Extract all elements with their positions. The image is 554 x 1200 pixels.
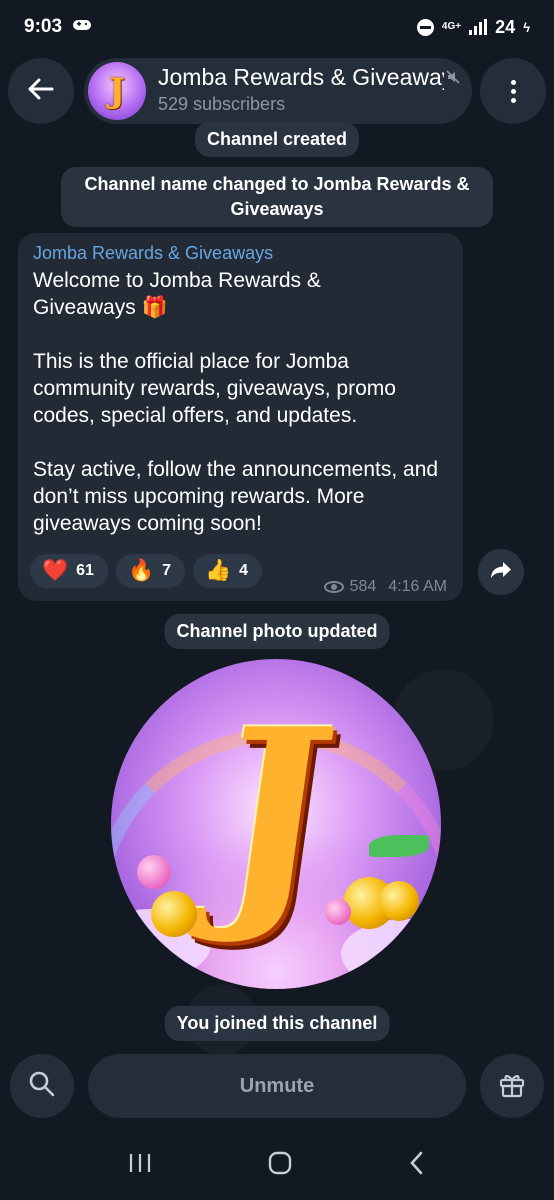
service-channel-created: Channel created [194,122,360,157]
service-joined: You joined this channel [164,1006,390,1041]
status-time: 9:03 [24,16,63,37]
reaction-heart[interactable]: ❤️ 61 [30,554,108,588]
channel-info-pill[interactable]: J Jomba Rewards & Giveaways 529 subscrib… [84,58,472,124]
signal-icon [469,19,488,35]
gamepad-icon [72,16,92,38]
channel-photo[interactable]: J [111,659,441,989]
search-button[interactable] [10,1054,74,1118]
system-navigation-bar [0,1130,554,1200]
thumbs-up-icon: 👍 [205,559,232,582]
post-time: 4:16 AM [388,578,447,595]
candy-decoration [325,899,351,925]
bottom-bar: Unmute [10,1054,544,1118]
service-channel-renamed: Channel name changed to Jomba Rewards & … [61,167,493,227]
channel-title: Jomba Rewards & Giveaways [158,64,444,90]
candy-decoration [137,855,171,889]
post-author[interactable]: Jomba Rewards & Giveaways [33,243,448,264]
reaction-count: 61 [76,562,94,579]
network-type: 4G+ [441,21,462,32]
search-icon [28,1070,56,1103]
coin-decoration [379,881,419,921]
do-not-disturb-icon [416,18,434,36]
eye-icon [323,581,344,593]
unmute-button[interactable]: Unmute [88,1054,466,1118]
coin-decoration [151,891,197,937]
subscriber-count: 529 subscribers [158,94,286,114]
channel-avatar[interactable]: J [88,62,146,120]
reaction-count: 4 [239,562,249,579]
share-button[interactable] [478,549,524,595]
gift-icon [498,1070,526,1103]
view-count: 584 [349,578,377,595]
status-bar: 9:03 4G+ 24 ϟ [0,0,554,54]
service-photo-updated: Channel photo updated [164,614,390,649]
reaction-thumbs-up[interactable]: 👍 4 [193,554,263,588]
post-text: Welcome to Jomba Rewards & Giveaways 🎁 T… [33,269,439,535]
share-icon [490,561,512,584]
reaction-count: 7 [162,562,172,579]
chat-header: J Jomba Rewards & Giveaways 529 subscrib… [8,58,546,124]
gift-button[interactable] [480,1054,544,1118]
battery-level: 24 [495,16,516,37]
more-vertical-icon [510,79,516,85]
muted-icon [446,70,460,87]
heart-icon: ❤️ [42,559,69,582]
reaction-fire[interactable]: 🔥 7 [115,554,186,588]
more-menu-button[interactable] [480,58,546,124]
charging-icon: ϟ [523,19,530,35]
fire-icon: 🔥 [127,559,155,582]
back-arrow-icon [28,78,54,105]
recent-apps-button[interactable] [127,1152,153,1179]
post-meta: 584 4:16 AM [323,578,447,596]
nav-back-button[interactable] [407,1150,427,1181]
message-bubble[interactable]: Jomba Rewards & Giveaways Welcome to Jom… [18,233,463,601]
back-button[interactable] [8,58,74,124]
home-button[interactable] [267,1150,293,1181]
reaction-list: ❤️ 61 🔥 7 👍 4 [30,554,263,588]
leaf-decoration [369,835,429,857]
